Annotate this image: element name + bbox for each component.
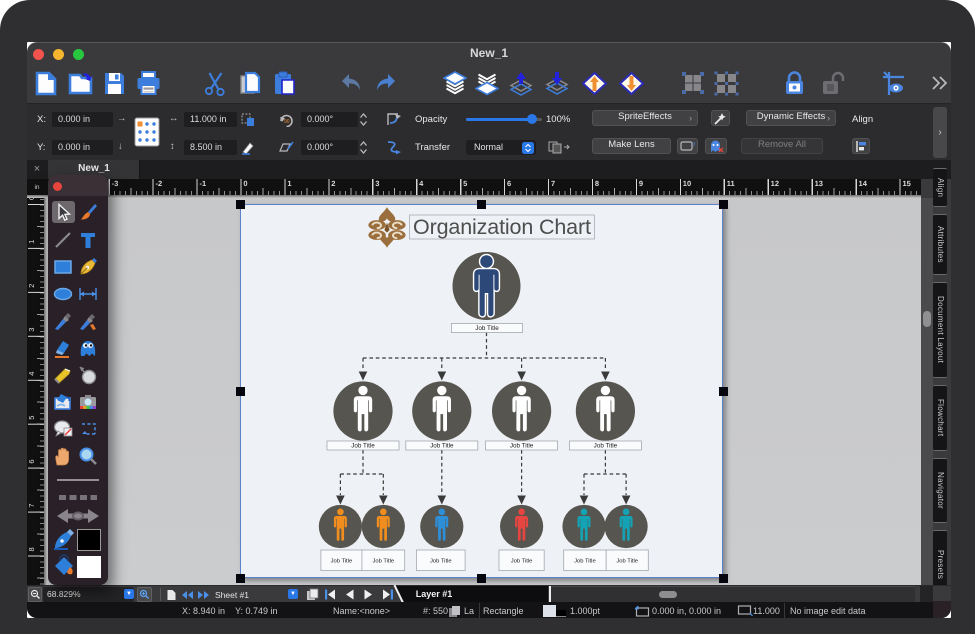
svg-text:6: 6 [507, 179, 511, 188]
svg-text:14: 14 [859, 179, 868, 188]
svg-text:2: 2 [331, 179, 335, 188]
svg-text:13: 13 [815, 179, 823, 188]
svg-text:7: 7 [551, 179, 555, 188]
svg-text:90: 90 [284, 119, 290, 125]
svg-text:10: 10 [683, 179, 691, 188]
svg-text:3: 3 [375, 179, 379, 188]
svg-text:1: 1 [27, 240, 36, 244]
svg-text:-2: -2 [156, 179, 163, 188]
svg-text:7: 7 [27, 503, 36, 507]
svg-text:-1: -1 [199, 179, 206, 188]
svg-text:6: 6 [27, 459, 36, 463]
svg-text:4: 4 [27, 372, 36, 376]
svg-text:5: 5 [27, 416, 36, 420]
svg-text:?: ? [692, 143, 696, 149]
svg-text:-3: -3 [112, 179, 119, 188]
svg-text:11: 11 [727, 179, 735, 188]
svg-text:9: 9 [639, 179, 643, 188]
svg-text:4: 4 [419, 179, 424, 188]
svg-text:8: 8 [27, 547, 36, 551]
svg-text:0: 0 [243, 179, 247, 188]
svg-text:0: 0 [27, 198, 36, 200]
svg-text:15: 15 [903, 179, 911, 188]
svg-text:1: 1 [287, 179, 291, 188]
svg-text:2: 2 [27, 284, 36, 288]
svg-text:12: 12 [771, 179, 779, 188]
svg-text:3: 3 [27, 328, 36, 332]
svg-text:5: 5 [463, 179, 467, 188]
svg-text:8: 8 [595, 179, 599, 188]
